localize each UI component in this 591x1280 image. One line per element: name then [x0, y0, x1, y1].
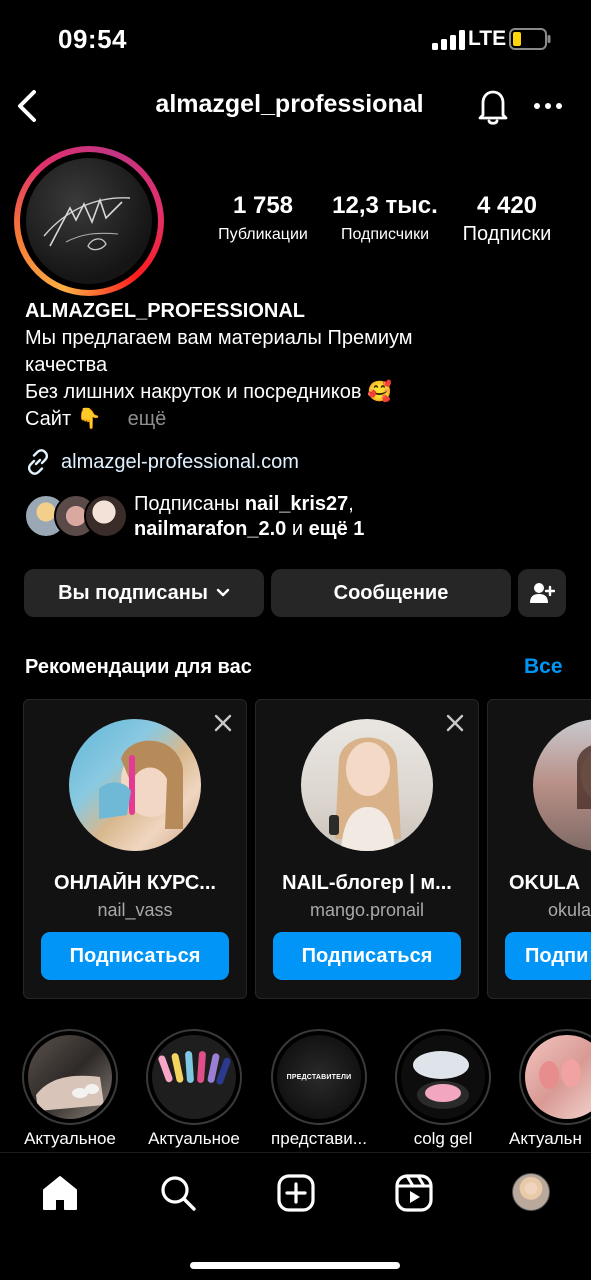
following-button[interactable]: Вы подписаны	[24, 569, 264, 617]
link-icon	[27, 449, 49, 475]
profile-avatar-ring[interactable]	[14, 146, 164, 296]
suggestion-avatar	[301, 719, 433, 851]
highlight-item[interactable]: Актуальное	[20, 1029, 120, 1149]
follow-button[interactable]: Подписаться	[41, 932, 229, 980]
highlight-item[interactable]: Актуальн	[509, 1029, 591, 1149]
highlight-label: Актуальн	[509, 1129, 582, 1148]
highlight-label: Актуальное	[148, 1129, 240, 1148]
suggestion-card[interactable]: ОНЛАЙН КУРС... nail_vass Подписаться	[23, 699, 247, 999]
highlight-cover-text: ПРЕДСТАВИТЕЛИ	[286, 1073, 352, 1081]
follow-button[interactable]: Подпи	[505, 932, 591, 980]
network-label: LTE	[468, 27, 507, 50]
stat-followers[interactable]: 12,3 тыс. Подписчики	[327, 192, 443, 244]
highlight-label: colg gel	[413, 1129, 473, 1148]
search-icon[interactable]	[158, 1173, 198, 1213]
brand-logo	[43, 197, 131, 251]
website-url: almazgel-professional.com	[61, 450, 299, 473]
close-icon[interactable]	[444, 712, 466, 734]
see-all-link[interactable]: Все	[524, 655, 563, 679]
posts-label: Публикации	[218, 226, 308, 243]
bio-line: Без лишних накруток и посредников 🥰	[25, 381, 392, 403]
highlight-cover	[152, 1035, 236, 1119]
home-icon[interactable]	[40, 1173, 80, 1213]
bottom-nav	[0, 1152, 591, 1280]
bio-line: качества	[25, 354, 108, 376]
highlight-cover	[525, 1035, 591, 1119]
battery-icon	[509, 28, 551, 50]
clock: 09:54	[58, 24, 127, 54]
website-link[interactable]: almazgel-professional.com	[25, 449, 299, 475]
stat-following[interactable]: 4 420 Подписки	[450, 192, 564, 246]
suggest-people-button[interactable]	[518, 569, 566, 617]
profile-avatar	[26, 158, 152, 284]
suggestion-username: okula	[548, 900, 591, 920]
highlight-cover	[28, 1035, 112, 1119]
reels-icon[interactable]	[394, 1173, 434, 1213]
followers-count: 12,3 тыс.	[332, 192, 438, 219]
highlight-item[interactable]: ПРЕДСТАВИТЕЛИ представи...	[269, 1029, 369, 1149]
bio-line: Мы предлагаем вам материалы Премиум	[25, 327, 413, 349]
profile-avatar[interactable]	[512, 1173, 550, 1211]
suggestion-card[interactable]: NAIL-блогер | м... mango.pronail Подписа…	[255, 699, 479, 999]
suggestion-username: nail_vass	[97, 900, 173, 920]
more-icon[interactable]	[533, 96, 563, 116]
suggestion-avatar	[69, 719, 201, 851]
suggestion-card[interactable]: OKULA okula Подпи	[487, 699, 591, 999]
mutual-avatar	[84, 494, 128, 538]
chevron-down-icon	[216, 588, 230, 597]
highlight-item[interactable]: Актуальное	[144, 1029, 244, 1149]
suggestion-name: NAIL-блогер | м...	[282, 872, 452, 894]
signal-icon	[432, 30, 465, 50]
recommendations-title: Рекомендации для вас	[25, 656, 252, 678]
mutual-followers[interactable]: Подписаны nail_kris27, nailmarafon_2.0 и…	[24, 492, 584, 542]
bio-line: Сайт 👇	[25, 408, 102, 430]
close-icon[interactable]	[212, 712, 234, 734]
profile-bio: ALMAZGEL_PROFESSIONAL Мы предлагаем вам …	[25, 298, 565, 433]
message-button-label: Сообщение	[333, 581, 449, 604]
bell-icon[interactable]	[474, 86, 512, 126]
suggestion-avatar	[533, 719, 591, 851]
highlight-cover	[401, 1035, 485, 1119]
following-count: 4 420	[476, 192, 538, 219]
highlight-label: Актуальное	[24, 1129, 116, 1148]
followers-label: Подписчики	[340, 226, 429, 243]
stat-posts[interactable]: 1 758 Публикации	[208, 192, 318, 244]
add-person-icon	[530, 583, 555, 603]
suggestion-name: ОНЛАЙН КУРС...	[54, 872, 216, 894]
mutual-followers-text: Подписаны nail_kris27, nailmarafon_2.0 и…	[134, 493, 365, 540]
create-icon[interactable]	[276, 1173, 316, 1213]
status-bar: 09:54 LTE	[0, 0, 591, 80]
suggestion-username: mango.pronail	[309, 900, 425, 920]
bio-more-link[interactable]: ещё	[128, 408, 167, 430]
home-indicator	[190, 1262, 400, 1269]
suggestion-name: OKULA	[509, 872, 581, 894]
following-button-label: Вы подписаны	[58, 581, 208, 604]
following-label: Подписки	[462, 223, 552, 245]
posts-count: 1 758	[232, 192, 294, 219]
highlight-cover: ПРЕДСТАВИТЕЛИ	[277, 1035, 361, 1119]
follow-button[interactable]: Подписаться	[273, 932, 461, 980]
profile-display-name: ALMAZGEL_PROFESSIONAL	[25, 300, 306, 322]
highlight-item[interactable]: colg gel	[393, 1029, 493, 1149]
message-button[interactable]: Сообщение	[271, 569, 511, 617]
highlight-label: представи...	[271, 1129, 367, 1148]
